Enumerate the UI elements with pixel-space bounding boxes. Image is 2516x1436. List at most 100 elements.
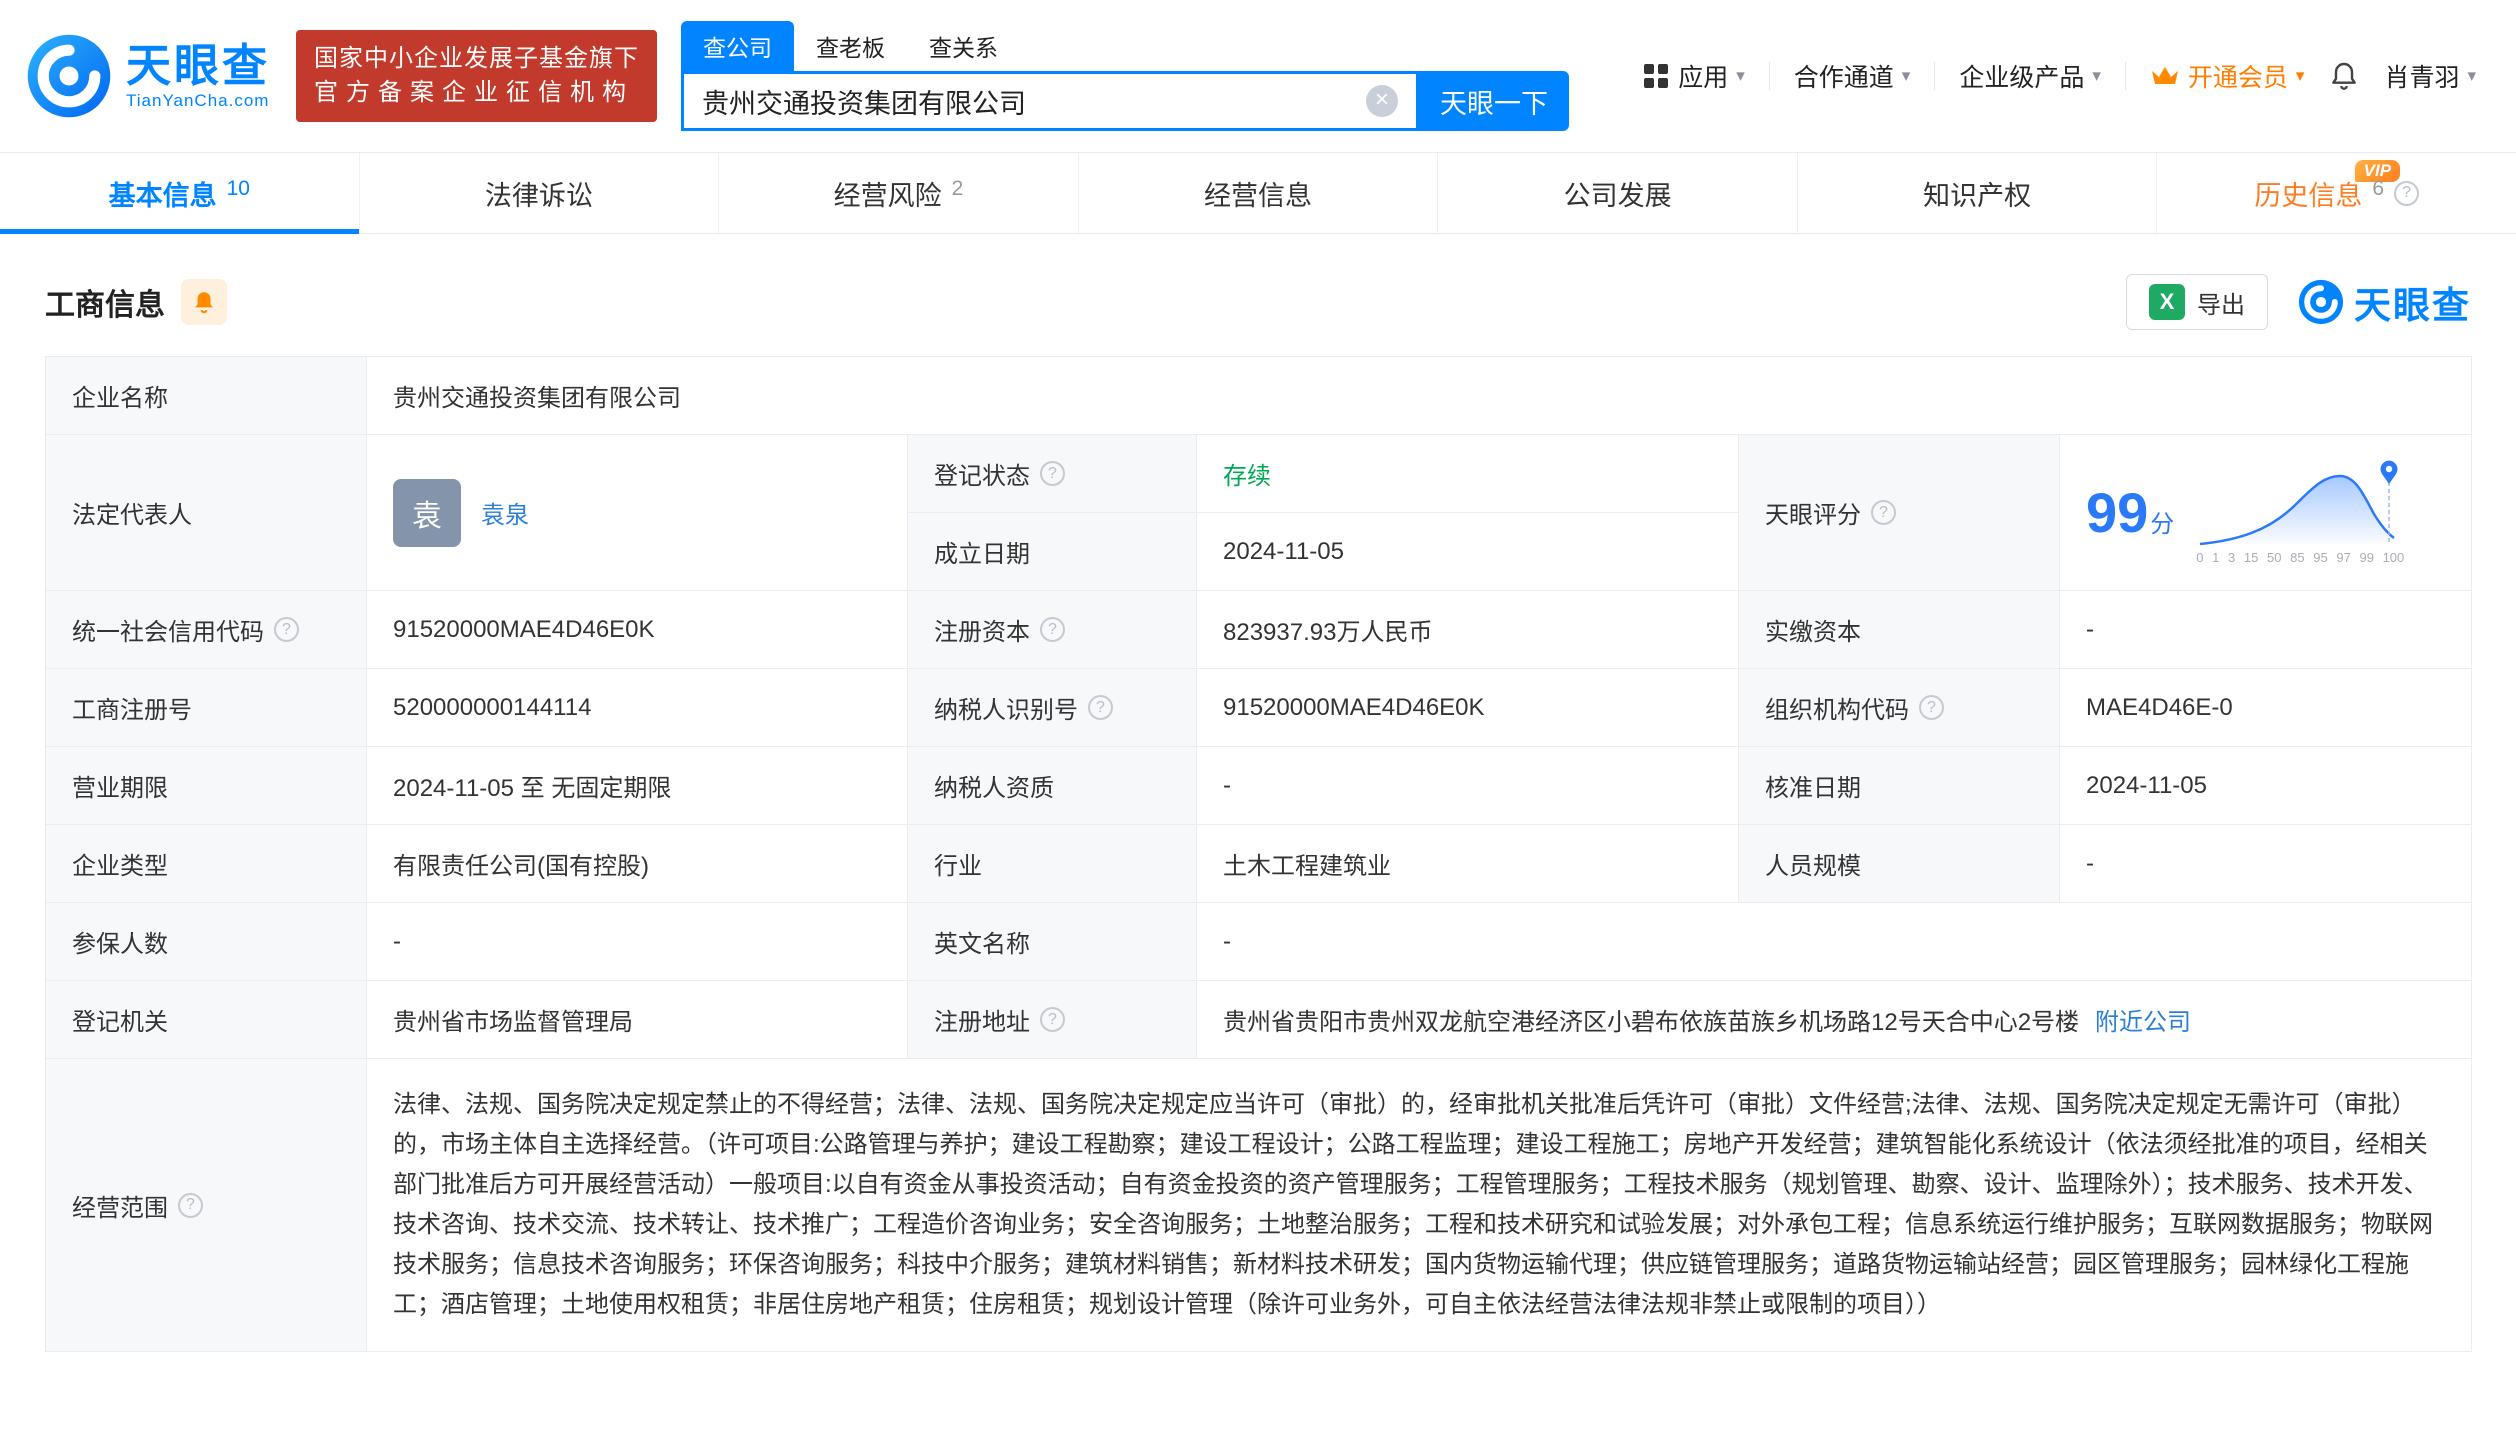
status-badge: 存续 [1223,463,1271,490]
search-tab-company[interactable]: 查公司 [681,21,795,71]
field-label: 纳税人识别号 [934,697,1078,724]
taxpayer-quality-cell: - [1196,746,1739,825]
paid-capital: - [2086,615,2094,643]
table-row: 法定代表人 袁 袁泉 登记状态 ? 存续 天眼评分 ? 99分 0 1 3 15… [45,434,2473,591]
search-box: × [681,71,1420,131]
field-label: 人员规模 [1765,853,1861,880]
business-scope: 法律、法规、国务院决定规定禁止的不得经营；法律、法规、国务院决定规定应当许可（审… [393,1091,2433,1318]
help-icon[interactable]: ? [1040,617,1065,642]
help-icon[interactable]: ? [178,1192,203,1218]
tianyancha-logo-icon [27,34,111,118]
nav-enterprise-products[interactable]: 企业级产品 ▾ [1959,58,2101,94]
brand-text: 天眼查 TianYanCha.com [126,41,270,111]
export-button[interactable]: X 导出 [2126,274,2268,330]
field-label: 行业 [934,853,982,880]
apps-grid-icon [1644,64,1669,88]
score-unit: 分 [2150,511,2175,538]
nearby-companies-link[interactable]: 附近公司 [2095,1002,2191,1037]
establish-date-cell: 2024-11-05 [1196,512,1739,591]
search-button[interactable]: 天眼一下 [1419,71,1570,131]
nav-user[interactable]: 肖青羽 ▾ [2384,58,2476,94]
staff-size-cell: - [2058,824,2473,903]
score-cell: 99分 0 1 3 15 50 85 95 97 99 100 [2058,434,2473,591]
search-tab-boss[interactable]: 查老板 [794,21,907,71]
nav-vip-upgrade[interactable]: 开通会员 ▾ [2150,58,2304,94]
field-label: 工商注册号 [72,697,192,724]
org-code-cell: MAE4D46E-0 [2058,668,2473,747]
tab-count: 2 [951,177,964,200]
field-label-cell: 企业类型 [45,824,367,903]
field-label: 成立日期 [934,541,1030,568]
field-label: 纳税人资质 [934,775,1054,802]
chevron-down-icon: ▾ [1901,66,1911,85]
field-label-cell: 经营范围 ? [45,1058,367,1352]
field-label-cell: 法定代表人 [45,434,367,591]
table-row: 经营范围 ? 法律、法规、国务院决定规定禁止的不得经营；法律、法规、国务院决定规… [45,1058,2473,1352]
tab-history-info[interactable]: VIP 历史信息 6 ? [2156,153,2516,233]
field-label-cell: 纳税人识别号 ? [907,668,1197,747]
legal-rep-link[interactable]: 袁泉 [481,495,529,530]
brand-logo[interactable]: 天眼查 TianYanCha.com [26,33,270,119]
help-icon[interactable]: ? [1088,695,1113,720]
table-row: 统一社会信用代码 ? 91520000MAE4D46E0K 注册资本 ? 823… [45,590,2473,669]
help-icon[interactable]: ? [1040,461,1065,486]
field-label: 实缴资本 [1765,619,1861,646]
tab-label: 基本信息 [108,180,217,211]
tab-operating-risk[interactable]: 经营风险 2 [718,153,1078,233]
field-label-cell: 统一社会信用代码 ? [45,590,367,669]
tab-legal-proceedings[interactable]: 法律诉讼 [358,153,719,233]
monitor-bell-button[interactable] [181,279,227,325]
search-tab-relation[interactable]: 查关系 [907,21,1020,71]
gov-badge-line1: 国家中小企业发展子基金旗下 [314,45,640,73]
brand-name: 天眼查 [126,40,271,92]
tab-label: 知识产权 [1923,180,2032,211]
help-icon[interactable]: ? [274,617,299,642]
field-label: 注册资本 [934,619,1030,646]
approval-date-cell: 2024-11-05 [2058,746,2473,825]
business-term: 2024-11-05 至 无固定期限 [393,775,672,802]
nav-apps[interactable]: 应用 ▾ [1644,58,1745,94]
crown-icon [2151,67,2178,84]
reg-address-cell: 贵州省贵阳市贵州双龙航空港经济区小碧布依族苗族乡机场路12号天合中心2号楼 附近… [1195,980,2473,1059]
tab-label: 法律诉讼 [484,180,593,211]
field-label-cell: 营业期限 [45,746,367,825]
tab-basic-info[interactable]: 基本信息 10 [0,153,359,234]
company-type: 有限责任公司(国有控股) [393,853,649,880]
english-name-cell: - [1195,902,2473,981]
tab-label: 经营风险 [833,180,942,211]
help-icon[interactable]: ? [2394,180,2420,206]
tab-label: 经营信息 [1204,180,1313,211]
help-icon[interactable]: ? [1919,695,1944,720]
nav-cooperation[interactable]: 合作通道 ▾ [1794,58,1911,94]
table-row: 营业期限 2024-11-05 至 无固定期限 纳税人资质 - 核准日期 202… [45,746,2473,825]
english-name: - [1223,927,1231,955]
credit-code: 91520000MAE4D46E0K [393,615,655,643]
business-term-cell: 2024-11-05 至 无固定期限 [366,746,908,825]
top-nav: 应用 ▾ 合作通道 ▾ 企业级产品 ▾ 开通会员 ▾ 肖青羽 ▾ [1644,58,2476,94]
score-distribution-chart: 01 3 15 50 85 95 97 99 100 [2196,460,2404,565]
page: 天眼查 TianYanCha.com 国家中小企业发展子基金旗下 官方备案企业征… [0,0,2516,1436]
field-label-cell: 成立日期 [907,512,1197,591]
tab-company-development[interactable]: 公司发展 [1437,153,1797,233]
tianyancha-logo-icon [2298,279,2344,325]
table-row: 企业类型 有限责任公司(国有控股) 行业 土木工程建筑业 人员规模 - [45,824,2473,903]
field-label-cell: 人员规模 [1738,824,2060,903]
field-label-cell: 注册地址 ? [907,980,1197,1059]
field-label-cell: 组织机构代码 ? [1738,668,2060,747]
company-name-value: 贵州交通投资集团有限公司 [365,356,2473,435]
excel-icon: X [2149,284,2185,320]
tab-operating-info[interactable]: 经营信息 [1077,153,1438,233]
nav-vip-label: 开通会员 [2187,64,2288,92]
help-icon[interactable]: ? [1040,1007,1065,1032]
search-input[interactable] [702,85,1367,117]
gov-badge-line2: 官方备案企业征信机构 [314,79,635,106]
field-label: 核准日期 [1765,775,1861,802]
field-label: 注册地址 [934,1009,1030,1036]
help-icon[interactable]: ? [1871,500,1896,525]
clear-icon[interactable]: × [1366,85,1399,117]
avatar[interactable]: 袁 [393,478,461,547]
notification-bell[interactable] [2328,60,2360,92]
tab-intellectual-property[interactable]: 知识产权 [1796,153,2157,233]
table-row: 参保人数 - 英文名称 - [45,902,2473,981]
reg-capital-cell: 823937.93万人民币 [1196,590,1739,669]
